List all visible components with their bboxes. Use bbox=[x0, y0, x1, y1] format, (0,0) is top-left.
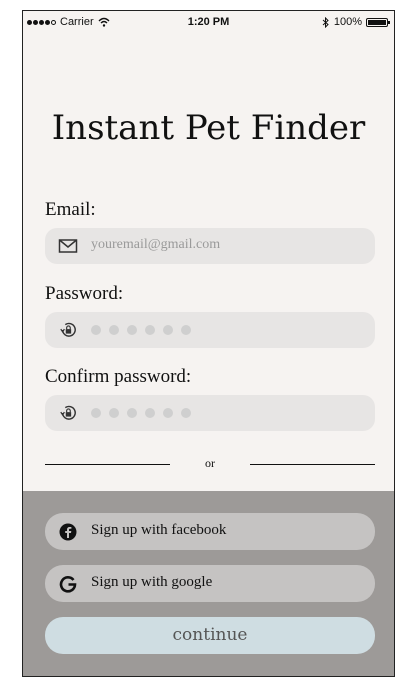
status-bar: Carrier 1:20 PM 100% bbox=[23, 11, 394, 35]
email-field[interactable]: youremail@gmail.com bbox=[45, 228, 375, 264]
facebook-signup-label: Sign up with facebook bbox=[91, 522, 227, 538]
password-dots bbox=[91, 325, 191, 335]
confirm-password-field[interactable] bbox=[45, 395, 375, 431]
battery-info: 100% bbox=[322, 16, 390, 28]
facebook-signup-button[interactable]: Sign up with facebook bbox=[45, 513, 375, 550]
battery-icon bbox=[366, 17, 390, 27]
or-divider: or bbox=[45, 455, 375, 475]
continue-button[interactable]: continue bbox=[45, 617, 375, 654]
divider-line-right bbox=[250, 464, 375, 465]
confirm-password-dots bbox=[91, 408, 191, 418]
password-label: Password: bbox=[45, 283, 124, 304]
lock-rotate-icon bbox=[60, 322, 76, 337]
email-label: Email: bbox=[45, 199, 96, 220]
lock-rotate-icon bbox=[60, 405, 76, 420]
app-title: Instant Pet Finder bbox=[51, 108, 366, 148]
google-signup-label: Sign up with google bbox=[91, 574, 213, 590]
google-icon bbox=[59, 576, 77, 593]
signup-panel: Sign up with facebook Sign up with googl… bbox=[23, 491, 394, 676]
facebook-icon bbox=[59, 523, 77, 541]
battery-percent: 100% bbox=[333, 16, 362, 28]
bluetooth-icon bbox=[322, 16, 329, 28]
phone-screen: Carrier 1:20 PM 100% Instant Pet Finder … bbox=[22, 10, 395, 677]
envelope-icon bbox=[58, 239, 78, 253]
password-field[interactable] bbox=[45, 312, 375, 348]
google-signup-button[interactable]: Sign up with google bbox=[45, 565, 375, 602]
email-placeholder: youremail@gmail.com bbox=[91, 237, 221, 252]
confirm-password-label: Confirm password: bbox=[45, 366, 192, 387]
